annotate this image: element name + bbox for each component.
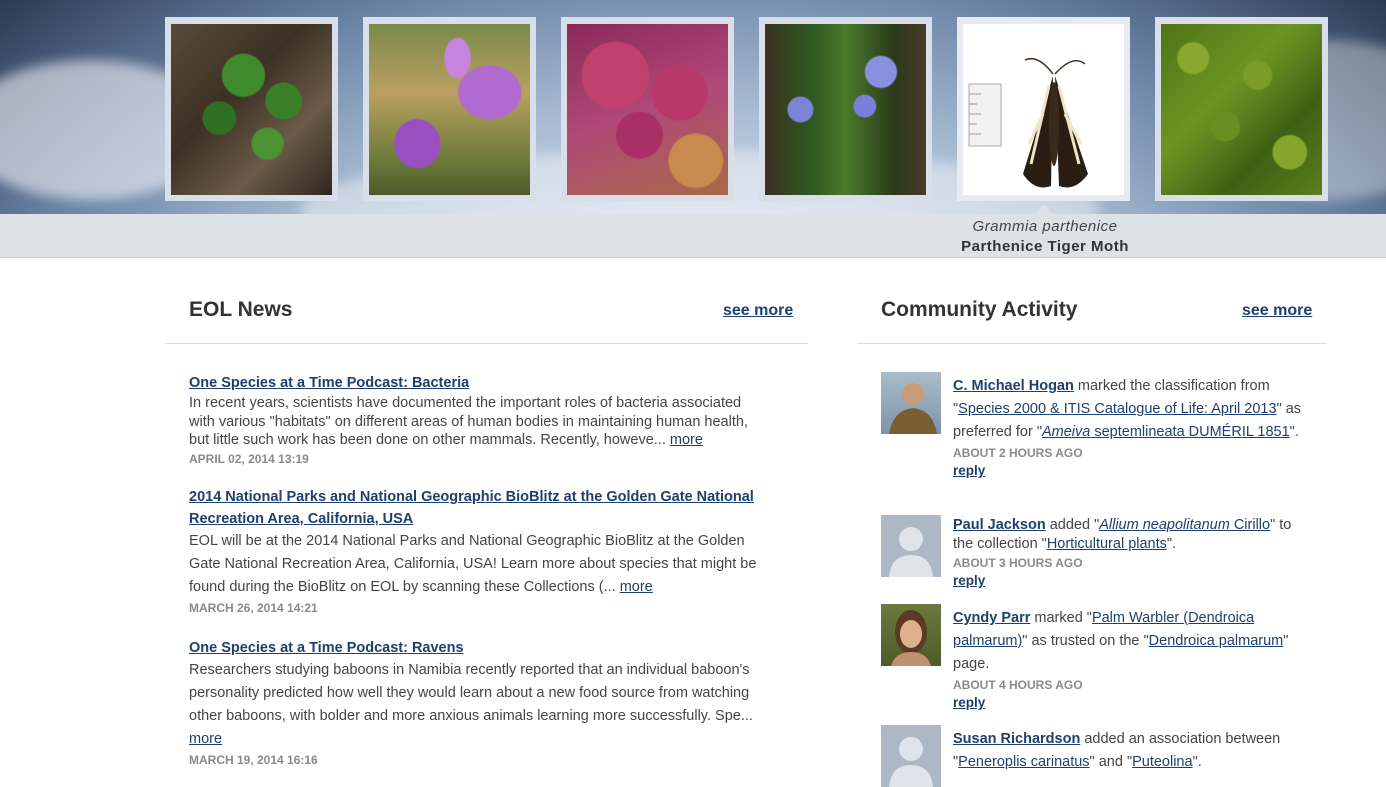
activity-item: Susan Richardson added an association be… — [881, 725, 1321, 787]
activity-page-link[interactable]: Dendroica palmarum — [1149, 633, 1284, 649]
community-heading: Community Activity — [881, 298, 1078, 321]
news-more-link[interactable]: more — [620, 579, 653, 595]
activity-user-link[interactable]: Paul Jackson — [953, 517, 1046, 533]
news-more-link[interactable]: more — [189, 731, 222, 747]
activity-taxon-link[interactable]: Puteolina — [1132, 754, 1192, 770]
carousel-common-name[interactable]: Parthenice Tiger Moth — [940, 238, 1150, 255]
news-item: One Species at a Time Podcast: Ravens Re… — [189, 637, 779, 767]
carousel-thumb-4[interactable] — [759, 17, 932, 201]
news-item: 2014 National Parks and National Geograp… — [189, 486, 779, 615]
activity-user-link[interactable]: Susan Richardson — [953, 731, 1080, 747]
carousel-scientific-name[interactable]: Grammia parthenice — [940, 218, 1150, 235]
coral-photo — [567, 24, 728, 195]
carousel-caption-bar — [0, 214, 1386, 258]
avatar[interactable] — [881, 725, 941, 787]
hero-carousel — [0, 0, 1386, 214]
activity-time: ABOUT 2 HOURS AGO — [953, 446, 1083, 460]
news-item: One Species at a Time Podcast: Bacteria … — [189, 372, 779, 466]
activity-taxon-link[interactable]: Ameiva septemlineata DUMÉRIL 1851 — [1042, 424, 1290, 440]
news-date: MARCH 26, 2014 14:21 — [189, 601, 318, 615]
community-divider — [857, 343, 1327, 344]
activity-text: C. Michael Hogan marked the classificati… — [953, 375, 1313, 480]
carousel-thumb-6[interactable] — [1155, 17, 1328, 201]
news-heading: EOL News — [189, 298, 293, 321]
activity-time: ABOUT 4 HOURS AGO — [953, 678, 1083, 692]
news-title-link[interactable]: 2014 National Parks and National Geograp… — [189, 486, 779, 530]
carousel-thumb-5[interactable] — [957, 17, 1130, 201]
news-date: APRIL 02, 2014 13:19 — [189, 451, 309, 466]
activity-item: Cyndy Parr marked "Palm Warbler (Dendroi… — [881, 604, 1321, 714]
avatar[interactable] — [881, 604, 941, 666]
news-divider — [165, 343, 808, 344]
carousel-caret — [1035, 204, 1053, 214]
activity-user-link[interactable]: C. Michael Hogan — [953, 378, 1074, 394]
avatar[interactable] — [881, 515, 941, 577]
reply-link[interactable]: reply — [953, 462, 1313, 480]
reply-link[interactable]: reply — [953, 572, 1313, 590]
activity-text: Cyndy Parr marked "Palm Warbler (Dendroi… — [953, 607, 1313, 712]
activity-text: Susan Richardson added an association be… — [953, 731, 1281, 770]
carousel-thumb-3[interactable] — [561, 17, 734, 201]
activity-taxon-link[interactable]: Allium neapolitanum Cirillo — [1099, 517, 1270, 533]
activity-item: Paul Jackson added "Allium neapolitanum … — [881, 515, 1321, 595]
moth-photo — [963, 24, 1124, 195]
community-see-more-link[interactable]: see more — [1242, 302, 1312, 320]
news-body: EOL will be at the 2014 National Parks a… — [189, 533, 757, 595]
news-title-link[interactable]: One Species at a Time Podcast: Bacteria — [189, 372, 779, 394]
news-see-more-link[interactable]: see more — [723, 302, 793, 320]
moss-photo — [1161, 24, 1322, 195]
carousel-thumb-2[interactable] — [363, 17, 536, 201]
news-title-link[interactable]: One Species at a Time Podcast: Ravens — [189, 637, 779, 659]
activity-time: ABOUT 3 HOURS AGO — [953, 556, 1083, 570]
activity-collection-link[interactable]: Horticultural plants — [1047, 536, 1167, 552]
news-body: In recent years, scientists have documen… — [189, 395, 748, 448]
reply-link[interactable]: reply — [953, 694, 1313, 712]
carousel-thumb-1[interactable] — [165, 17, 338, 201]
news-more-link[interactable]: more — [670, 432, 703, 448]
avatar[interactable] — [881, 372, 941, 434]
blue-flower-photo — [765, 24, 926, 195]
news-body: Researchers studying baboons in Namibia … — [189, 662, 753, 747]
news-date: MARCH 19, 2014 16:16 — [189, 753, 318, 767]
plant-leaves-photo — [171, 24, 332, 195]
activity-text: Paul Jackson added "Allium neapolitanum … — [953, 516, 1313, 590]
activity-item: C. Michael Hogan marked the classificati… — [881, 372, 1321, 502]
activity-user-link[interactable]: Cyndy Parr — [953, 610, 1030, 626]
purple-flower-photo — [369, 24, 530, 195]
activity-taxon-link[interactable]: Peneroplis carinatus — [958, 754, 1089, 770]
activity-object-link[interactable]: Species 2000 & ITIS Catalogue of Life: A… — [958, 401, 1276, 417]
